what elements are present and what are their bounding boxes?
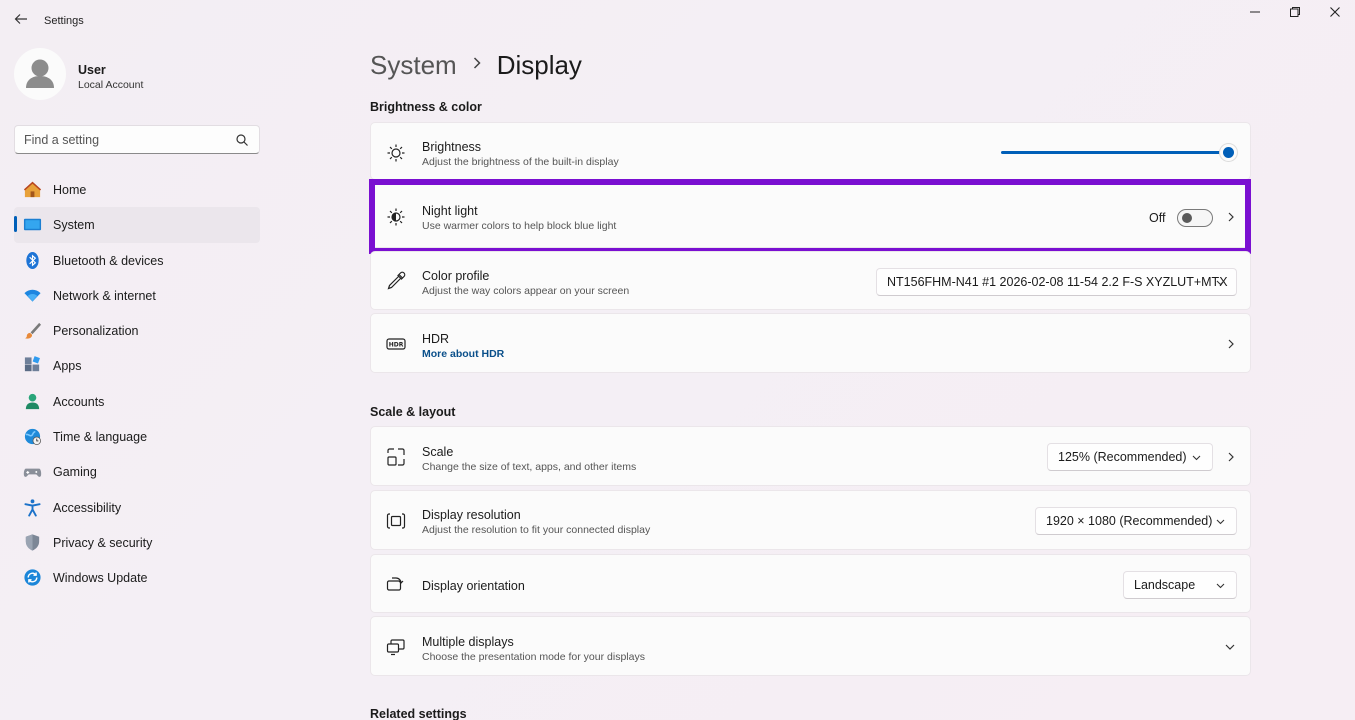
sidebar-item-gaming[interactable]: Gaming — [14, 454, 260, 489]
account-type: Local Account — [78, 79, 144, 91]
color-profile-subtitle: Adjust the way colors appear on your scr… — [422, 285, 630, 297]
resolution-dropdown[interactable]: 1920 × 1080 (Recommended) — [1035, 507, 1237, 535]
eyedropper-icon — [387, 271, 406, 290]
hdr-more-link[interactable]: More about HDR — [422, 348, 504, 360]
chevron-down-icon — [1216, 280, 1225, 286]
scale-subtitle: Change the size of text, apps, and other… — [422, 461, 637, 473]
avatar[interactable] — [14, 48, 66, 100]
chevron-down-icon — [1216, 519, 1225, 525]
chevron-down-icon — [1216, 583, 1225, 589]
chevron-right-icon[interactable] — [1224, 450, 1238, 464]
resolution-icon — [386, 513, 406, 529]
hdr-icon: HDR — [386, 338, 406, 350]
close-icon[interactable] — [1325, 6, 1345, 22]
brightness-card: Brightness Adjust the brightness of the … — [370, 122, 1251, 180]
brightness-subtitle: Adjust the brightness of the built-in di… — [422, 156, 619, 168]
restore-icon[interactable] — [1285, 6, 1305, 22]
section-related-settings: Related settings — [370, 707, 467, 720]
scale-dropdown[interactable]: 125% (Recommended) — [1047, 443, 1213, 471]
sidebar-item-system[interactable]: System — [14, 207, 260, 243]
sidebar-item-network[interactable]: Network & internet — [14, 278, 260, 313]
globe-clock-icon — [24, 428, 41, 446]
search-input[interactable] — [24, 131, 224, 149]
sidebar-item-time-language[interactable]: Time & language — [14, 419, 260, 454]
system-icon — [23, 219, 42, 231]
breadcrumb: System Display — [370, 50, 582, 81]
sidebar-item-accessibility[interactable]: Accessibility — [14, 490, 260, 525]
bluetooth-icon — [26, 251, 39, 269]
search-icon[interactable] — [235, 133, 249, 147]
home-icon — [23, 181, 42, 198]
sidebar-item-apps[interactable]: Apps — [14, 348, 260, 383]
hdr-card[interactable]: HDR HDR More about HDR — [370, 313, 1251, 373]
scale-card[interactable]: Scale Change the size of text, apps, and… — [370, 426, 1251, 486]
breadcrumb-chevron-icon — [471, 54, 483, 75]
shield-icon — [25, 534, 40, 551]
sidebar-nav: Home System Bluetooth & devices Network … — [14, 172, 260, 596]
sidebar-item-privacy[interactable]: Privacy & security — [14, 525, 260, 560]
orientation-dropdown[interactable]: Landscape — [1123, 571, 1237, 599]
title-bar: Settings — [0, 0, 1355, 42]
sidebar-item-home[interactable]: Home — [14, 172, 260, 207]
multiple-displays-subtitle: Choose the presentation mode for your di… — [422, 651, 645, 663]
multiple-displays-title: Multiple displays — [422, 635, 514, 649]
wifi-icon — [24, 289, 41, 302]
section-scale-layout: Scale & layout — [370, 405, 456, 419]
brightness-slider[interactable] — [1001, 151, 1225, 154]
apps-icon — [24, 356, 40, 372]
sidebar-item-bluetooth[interactable]: Bluetooth & devices — [14, 243, 260, 278]
user-silhouette-icon — [26, 59, 54, 88]
user-name: User — [78, 63, 106, 77]
scale-icon — [387, 448, 405, 466]
orientation-title: Display orientation — [422, 579, 525, 593]
sidebar-item-personalization[interactable]: Personalization — [14, 313, 260, 348]
sidebar-item-windows-update[interactable]: Windows Update — [14, 560, 260, 595]
resolution-title: Display resolution — [422, 508, 521, 522]
orientation-icon — [386, 577, 404, 591]
window-title: Settings — [44, 15, 84, 27]
breadcrumb-system[interactable]: System — [370, 50, 457, 80]
brush-icon — [24, 323, 42, 339]
section-brightness-color: Brightness & color — [370, 100, 482, 114]
back-arrow-icon[interactable] — [12, 12, 30, 30]
brightness-slider-thumb[interactable] — [1223, 147, 1234, 158]
chevron-down-icon — [1192, 455, 1201, 461]
display-orientation-card: Display orientation Landscape — [370, 554, 1251, 613]
sun-icon — [387, 144, 405, 162]
scale-title: Scale — [422, 445, 454, 459]
gamepad-icon — [23, 469, 42, 478]
svg-text:HDR: HDR — [389, 342, 404, 349]
color-profile-title: Color profile — [422, 269, 490, 283]
multiple-displays-icon — [386, 639, 405, 656]
active-indicator — [14, 216, 17, 233]
resolution-subtitle: Adjust the resolution to fit your connec… — [422, 524, 651, 536]
sidebar-item-accounts[interactable]: Accounts — [14, 384, 260, 419]
multiple-displays-card[interactable]: Multiple displays Choose the presentatio… — [370, 616, 1251, 676]
minimize-icon[interactable] — [1245, 6, 1265, 22]
color-profile-card: Color profile Adjust the way colors appe… — [370, 251, 1251, 310]
hdr-title: HDR — [422, 332, 450, 346]
accessibility-icon — [24, 499, 41, 517]
page-title: Display — [496, 50, 582, 80]
color-profile-dropdown[interactable]: NT156FHM-N41 #1 2026-02-08 11-54 2.2 F-S… — [876, 268, 1237, 296]
chevron-right-icon[interactable] — [1224, 337, 1238, 351]
night-light-highlight-frame — [369, 179, 1251, 254]
display-resolution-card: Display resolution Adjust the resolution… — [370, 490, 1251, 550]
accounts-icon — [25, 393, 40, 409]
chevron-down-icon[interactable] — [1223, 640, 1237, 654]
brightness-title: Brightness — [422, 140, 482, 154]
search-box[interactable] — [14, 125, 260, 154]
update-icon — [24, 569, 41, 586]
